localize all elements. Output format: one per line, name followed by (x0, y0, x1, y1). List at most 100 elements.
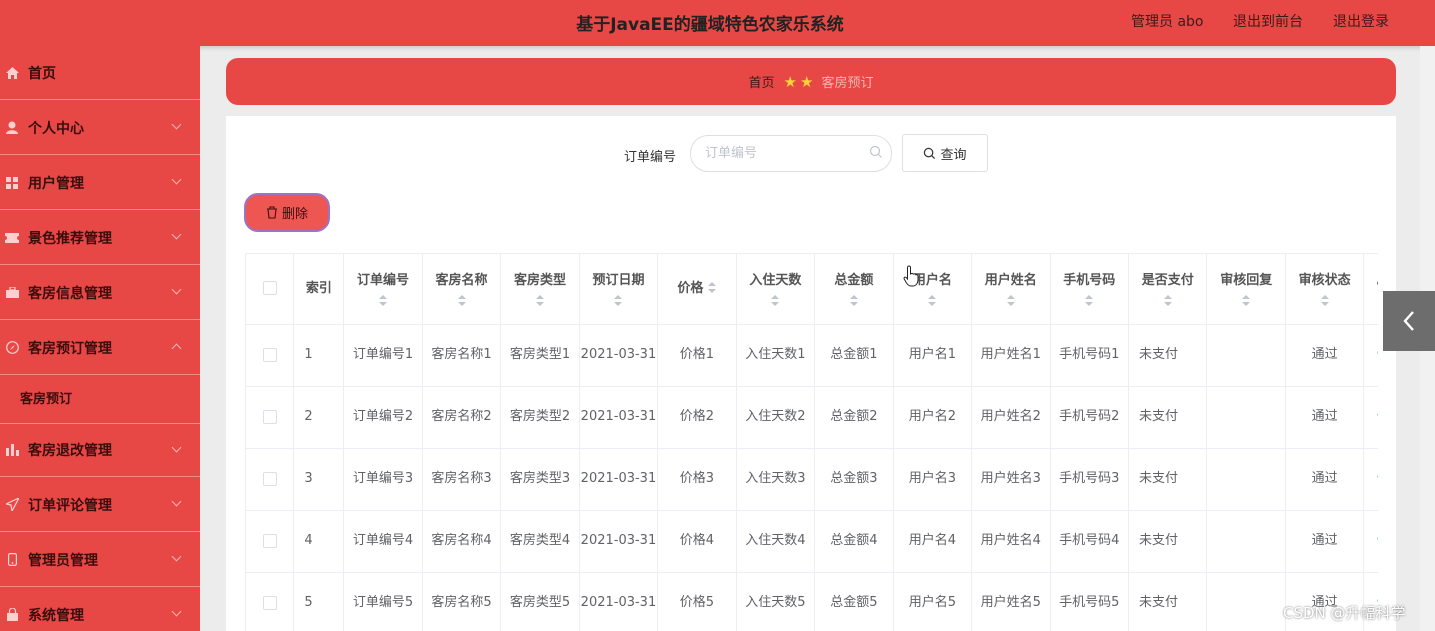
column-header[interactable]: 审核状态 (1285, 254, 1365, 325)
sidebar-item-system-management[interactable]: 系统管理 (0, 588, 200, 631)
edit-icon[interactable]: ✎ (1376, 410, 1378, 424)
cell-phone: 手机号码4 (1050, 510, 1130, 573)
cell-total: 总金额4 (814, 510, 894, 573)
table-row[interactable]: 4 订单编号4 客房名称4 客房类型4 2021-03-31 价格4 入住天数4 总金额4 用户… (246, 510, 1378, 573)
sort-icon[interactable] (708, 282, 717, 294)
row-select-cell (246, 324, 295, 387)
sort-icon[interactable] (535, 295, 544, 307)
cell-room-type: 客房类型5 (500, 572, 580, 631)
table-row[interactable]: 5 订单编号5 客房名称5 客房类型5 2021-03-31 价格5 入住天数5 总金额5 用户… (246, 572, 1378, 631)
home-icon (5, 66, 19, 80)
sort-icon[interactable] (1242, 295, 1251, 307)
cell-room-type: 客房类型2 (500, 386, 580, 449)
column-header[interactable]: 订单编号 (343, 254, 423, 325)
cell-reply (1206, 448, 1286, 511)
cell-days: 入住天数4 (736, 510, 816, 573)
edit-icon[interactable]: ✎ (1376, 472, 1378, 486)
cell-username: 用户名4 (893, 510, 973, 573)
sort-icon[interactable] (1085, 295, 1094, 307)
column-header[interactable]: 总金额 (814, 254, 894, 325)
cursor-icon (903, 265, 921, 291)
sort-icon[interactable] (1163, 295, 1172, 307)
row-checkbox[interactable] (262, 409, 277, 424)
column-header[interactable]: 预订日期 (579, 254, 659, 325)
side-panel-toggle[interactable] (1383, 291, 1435, 351)
sort-icon[interactable] (849, 295, 858, 307)
sidebar-subitem-room-booking[interactable]: 客房预订 (0, 372, 200, 422)
edit-icon[interactable]: ✎ (1376, 534, 1378, 548)
query-button[interactable]: 查询 (902, 134, 988, 172)
cell-realname: 用户姓名1 (971, 324, 1051, 387)
cell-paid: 未支付 (1128, 386, 1208, 449)
sidebar-item-room-info-management[interactable]: 客房信息管理 (0, 266, 200, 320)
sidebar-item-admin-management[interactable]: 管理员管理 (0, 533, 200, 587)
column-header[interactable]: 用户姓名 (971, 254, 1051, 325)
edit-icon[interactable]: ✎ (1376, 348, 1378, 362)
cell-total: 总金额5 (814, 572, 894, 631)
sidebar-item-label: 个人中心 (28, 120, 84, 137)
cell-paid: 未支付 (1128, 510, 1208, 573)
column-header[interactable]: 客房名称 (422, 254, 502, 325)
cell-price: 价格2 (657, 386, 737, 449)
row-checkbox[interactable] (262, 533, 277, 548)
sort-icon[interactable] (614, 295, 623, 307)
column-header[interactable]: 手机号码 (1050, 254, 1130, 325)
table-row[interactable]: 2 订单编号2 客房名称2 客房类型2 2021-03-31 价格2 入住天数2 总金额2 用户… (246, 386, 1378, 449)
back-to-front-link[interactable]: 退出到前台 (1233, 11, 1303, 31)
column-header[interactable]: 客房类型 (500, 254, 580, 325)
cell-username: 用户名2 (893, 386, 973, 449)
sidebar-item-home[interactable]: 首页 (0, 46, 200, 100)
search-input[interactable] (690, 135, 892, 172)
row-checkbox[interactable] (262, 595, 277, 610)
breadcrumb-home[interactable]: 首页 (749, 72, 775, 91)
column-header[interactable]: 价格 (657, 254, 737, 325)
column-header[interactable]: 入住天数 (736, 254, 816, 325)
chevron-down-icon (171, 551, 182, 562)
sort-icon[interactable] (928, 295, 937, 307)
chevron-down-icon (171, 442, 182, 453)
cell-room-name: 客房名称3 (422, 448, 502, 511)
sidebar-item-user-management[interactable]: 用户管理 (0, 156, 200, 210)
breadcrumb: 首页 ★ ★ 客房预订 (226, 58, 1396, 105)
audit-action-cell[interactable]: ✎1 (1363, 448, 1378, 511)
select-all-checkbox[interactable] (262, 281, 277, 296)
sort-icon[interactable] (1006, 295, 1015, 307)
sort-icon[interactable] (771, 295, 780, 307)
table-row[interactable]: 1 订单编号1 客房名称1 客房类型1 2021-03-31 价格1 入住天数1 总金额1 用户… (246, 324, 1378, 387)
sidebar-item-label: 管理员管理 (28, 552, 98, 569)
sidebar-item-label: 景色推荐管理 (28, 230, 112, 247)
cell-date: 2021-03-31 (579, 324, 659, 387)
audit-action-cell[interactable]: ✎1 (1363, 324, 1378, 387)
column-header[interactable]: 审核 (1363, 254, 1378, 325)
audit-action-cell[interactable]: ✎1 (1363, 510, 1378, 573)
sort-icon[interactable] (1320, 295, 1329, 307)
column-header[interactable]: 审核回复 (1206, 254, 1286, 325)
column-header[interactable]: 是否支付 (1128, 254, 1208, 325)
row-checkbox[interactable] (262, 347, 277, 362)
cell-status: 通过 (1285, 324, 1365, 387)
cell-order-no: 订单编号3 (343, 448, 423, 511)
sidebar-item-room-refund-management[interactable]: 客房退改管理 (0, 423, 200, 477)
sidebar-item-order-comment-management[interactable]: 订单评论管理 (0, 478, 200, 532)
cell-room-name: 客房名称5 (422, 572, 502, 631)
chevron-down-icon (171, 606, 182, 617)
row-select-cell (246, 448, 295, 511)
sort-icon[interactable] (379, 295, 388, 307)
search-icon (924, 147, 936, 159)
cell-index: 4 (293, 510, 345, 573)
audit-action-cell[interactable]: ✎1 (1363, 386, 1378, 449)
sidebar-item-scenery-management[interactable]: 景色推荐管理 (0, 211, 200, 265)
logout-link[interactable]: 退出登录 (1333, 11, 1389, 31)
admin-label[interactable]: 管理员 abo (1131, 11, 1203, 31)
sidebar-item-personal-center[interactable]: 个人中心 (0, 101, 200, 155)
column-header[interactable]: 索引 (293, 254, 345, 325)
sidebar-item-label: 客房预订管理 (28, 340, 112, 357)
row-checkbox[interactable] (262, 471, 277, 486)
chevron-up-icon (171, 343, 182, 354)
sidebar-item-room-booking-management[interactable]: 客房预订管理 (0, 321, 200, 375)
sidebar: 首页 个人中心 用户管理 景色推荐管理 客房信息管理 客房预订管理 客房预订 客… (0, 46, 200, 631)
sort-icon[interactable] (457, 295, 466, 307)
delete-button[interactable]: 删除 (244, 193, 330, 232)
table-row[interactable]: 3 订单编号3 客房名称3 客房类型3 2021-03-31 价格3 入住天数3 总金额3 用户… (246, 448, 1378, 511)
cell-date: 2021-03-31 (579, 510, 659, 573)
